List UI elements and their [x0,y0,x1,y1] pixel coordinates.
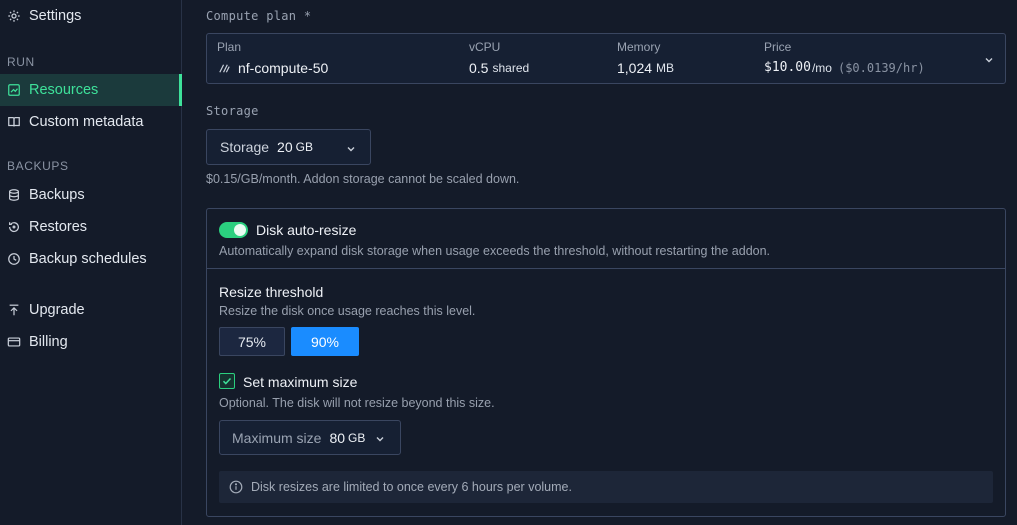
sidebar-item-backups[interactable]: Backups [0,179,182,211]
compute-icon [217,61,232,76]
max-size-checkbox[interactable] [219,373,235,389]
threshold-option-90[interactable]: 90% [291,327,359,356]
sidebar-item-label: Billing [29,334,68,350]
sidebar-item-billing[interactable]: Billing [0,326,182,358]
memory-value: 1,024 [617,60,653,76]
info-notice: Disk resizes are limited to once every 6… [219,471,993,503]
restore-icon [7,220,21,234]
memory-unit: MB [656,61,675,75]
resources-icon [7,83,21,97]
plan-column: Plan nf-compute-50 [217,40,328,76]
price-header: Price [764,40,792,54]
sidebar-item-label: Backups [29,187,85,203]
vcpu-column: vCPU 0.5 shared [469,40,529,76]
vcpu-unit: shared [492,61,530,75]
upgrade-icon [7,303,21,317]
chevron-down-icon [983,53,995,65]
price-hourly: ($0.0139/hr) [837,60,925,75]
plan-value-row: nf-compute-50 [217,60,328,76]
max-select-unit: GB [348,430,366,445]
max-size-label: Set maximum size [243,374,358,390]
auto-resize-title: Disk auto-resize [256,222,357,238]
section-label-backups: BACKUPS [7,159,69,173]
threshold-option-75[interactable]: 75% [219,327,285,356]
memory-header: Memory [617,40,661,54]
sidebar-item-label: Backup schedules [29,251,147,267]
sidebar-item-label: Resources [29,82,99,98]
auto-resize-description: Automatically expand disk storage when u… [219,244,771,258]
price-unit: /mo [811,60,832,75]
main-content: Compute plan * Plan nf-compute-50 vCPU 0… [183,0,1017,525]
disk-auto-resize-card: Disk auto-resize Automatically expand di… [206,208,1006,517]
price-column: Price $10.00 /mo ($0.0139/hr) [764,40,925,75]
sidebar-item-custom-metadata[interactable]: Custom metadata [0,106,182,138]
storage-select-unit: GB [295,140,313,154]
info-text: Disk resizes are limited to once every 6… [251,480,572,494]
database-icon [7,188,21,202]
price-value-row: $10.00 /mo ($0.0139/hr) [764,60,925,75]
storage-select[interactable]: Storage 20 GB [206,129,371,165]
credit-card-icon [7,335,21,349]
max-select-label: Maximum size [232,429,322,446]
plan-header: Plan [217,40,242,54]
sidebar-item-label: Restores [29,219,88,235]
memory-value-row: 1,024 MB [617,60,674,76]
chevron-down-icon [374,432,386,444]
sidebar-item-restores[interactable]: Restores [0,211,182,243]
toggle-knob [234,224,246,236]
threshold-title: Resize threshold [219,284,324,300]
storage-select-label: Storage [220,139,270,155]
max-size-description: Optional. The disk will not resize beyon… [219,396,495,410]
price-value: $10.00 [764,60,811,75]
sidebar: Settings RUN Resources Custom metadata B… [0,0,182,525]
threshold-description: Resize the disk once usage reaches this … [219,304,476,318]
memory-column: Memory 1,024 MB [617,40,674,76]
plan-value: nf-compute-50 [238,60,329,76]
divider [207,268,1005,269]
compute-plan-select[interactable]: Plan nf-compute-50 vCPU 0.5 shared Memor… [206,33,1006,84]
vcpu-value: 0.5 [469,60,489,76]
clock-icon [7,252,21,266]
compute-plan-label: Compute plan * [206,9,312,23]
chevron-down-icon [345,142,357,154]
storage-label: Storage [206,104,259,118]
info-icon [229,480,243,494]
auto-resize-toggle[interactable] [219,222,248,238]
check-icon [222,376,232,386]
gear-icon [7,9,21,23]
sidebar-item-resources[interactable]: Resources [0,74,182,106]
sidebar-item-label: Settings [29,8,82,24]
sidebar-item-settings[interactable]: Settings [0,0,182,32]
sidebar-item-label: Upgrade [29,302,85,318]
book-icon [7,115,21,129]
maximum-size-select[interactable]: Maximum size 80 GB [219,420,401,455]
vcpu-value-row: 0.5 shared [469,60,529,76]
sidebar-item-label: Custom metadata [29,114,144,130]
sidebar-item-backup-schedules[interactable]: Backup schedules [0,243,182,275]
vcpu-header: vCPU [469,40,501,54]
max-select-value: 80 [329,429,346,446]
section-label-run: RUN [7,55,35,69]
storage-select-value: 20 [277,139,293,155]
sidebar-item-upgrade[interactable]: Upgrade [0,294,182,326]
storage-hint: $0.15/GB/month. Addon storage cannot be … [206,172,520,186]
